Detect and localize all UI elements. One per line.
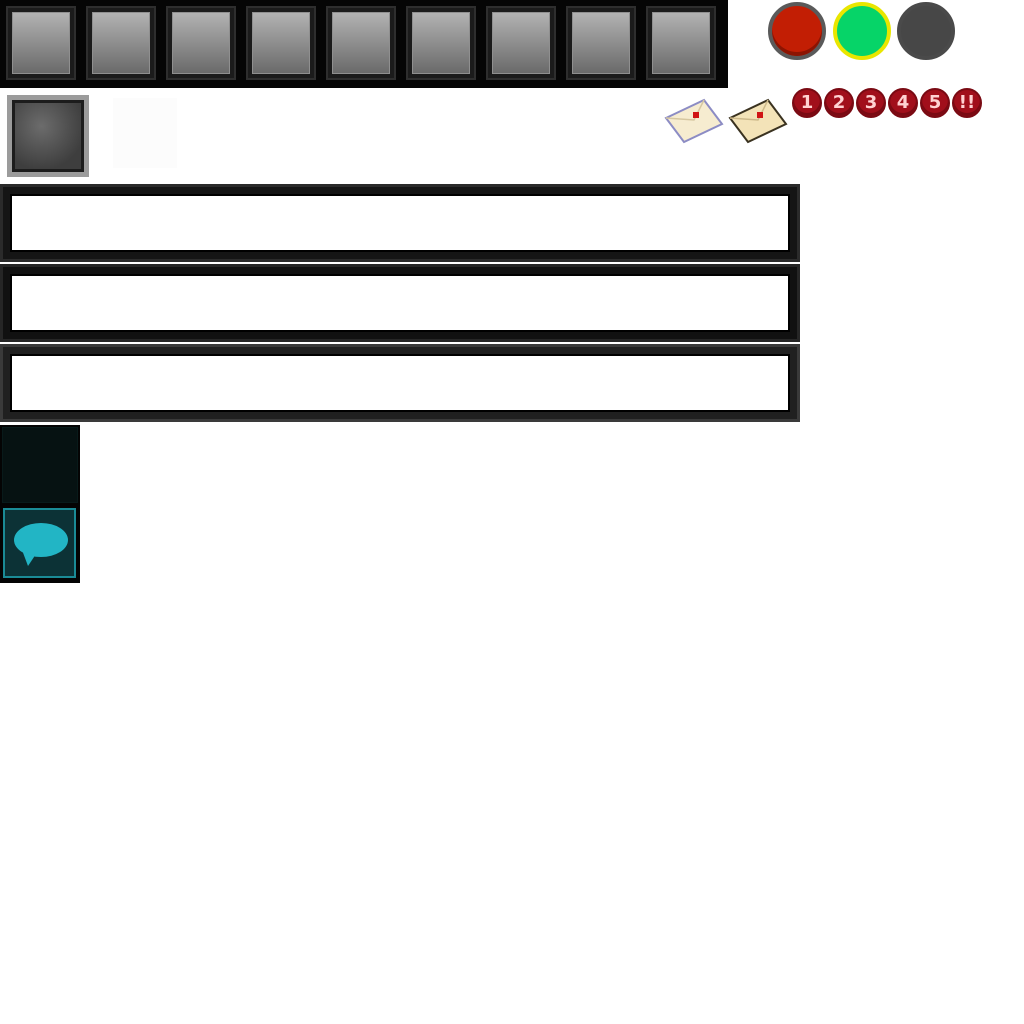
hotbar-slot-face (652, 12, 710, 74)
blank-item-icon (15, 103, 81, 169)
chat-button[interactable] (3, 508, 76, 578)
side-panel (0, 425, 80, 583)
badge-5[interactable]: 5 (920, 88, 950, 118)
hotbar-slot-8[interactable] (566, 6, 636, 80)
text-field-1[interactable] (10, 194, 790, 252)
hotbar-slot-face (492, 12, 550, 74)
status-dot-red[interactable] (768, 2, 826, 60)
hotbar-slot-face (92, 12, 150, 74)
hotbar-slot-9[interactable] (646, 6, 716, 80)
badge-3[interactable]: 3 (856, 88, 886, 118)
hotbar-slot-1[interactable] (6, 6, 76, 80)
hotbar-slot-7[interactable] (486, 6, 556, 80)
dark-button[interactable] (2, 427, 78, 503)
hotbar (0, 0, 728, 88)
hotbar-slot-4[interactable] (246, 6, 316, 80)
selected-item-slot[interactable] (7, 95, 89, 177)
text-bar-2 (0, 264, 800, 342)
hotbar-slot-5[interactable] (326, 6, 396, 80)
badge-4[interactable]: 4 (888, 88, 918, 118)
hotbar-slot-2[interactable] (86, 6, 156, 80)
letter-icon[interactable] (664, 98, 724, 144)
hotbar-slot-face (252, 12, 310, 74)
hotbar-slot-face (572, 12, 630, 74)
hotbar-slot-3[interactable] (166, 6, 236, 80)
text-field-3[interactable] (10, 354, 790, 412)
hotbar-slot-face (172, 12, 230, 74)
text-bar-3 (0, 344, 800, 422)
hotbar-slot-face (332, 12, 390, 74)
selected-item-frame (12, 100, 84, 172)
badge-1[interactable]: 1 (792, 88, 822, 118)
text-bar-1 (0, 184, 800, 262)
letter-icon[interactable] (728, 98, 788, 144)
hotbar-slot-6[interactable] (406, 6, 476, 80)
empty-slot[interactable] (113, 98, 177, 168)
speech-bubble-icon (14, 523, 68, 566)
status-dot-grey[interactable] (897, 2, 955, 60)
text-field-2[interactable] (10, 274, 790, 332)
badge-alert[interactable]: !! (952, 88, 982, 118)
hotbar-slot-face (12, 12, 70, 74)
hotbar-slot-face (412, 12, 470, 74)
badge-2[interactable]: 2 (824, 88, 854, 118)
status-dot-green[interactable] (833, 2, 891, 60)
